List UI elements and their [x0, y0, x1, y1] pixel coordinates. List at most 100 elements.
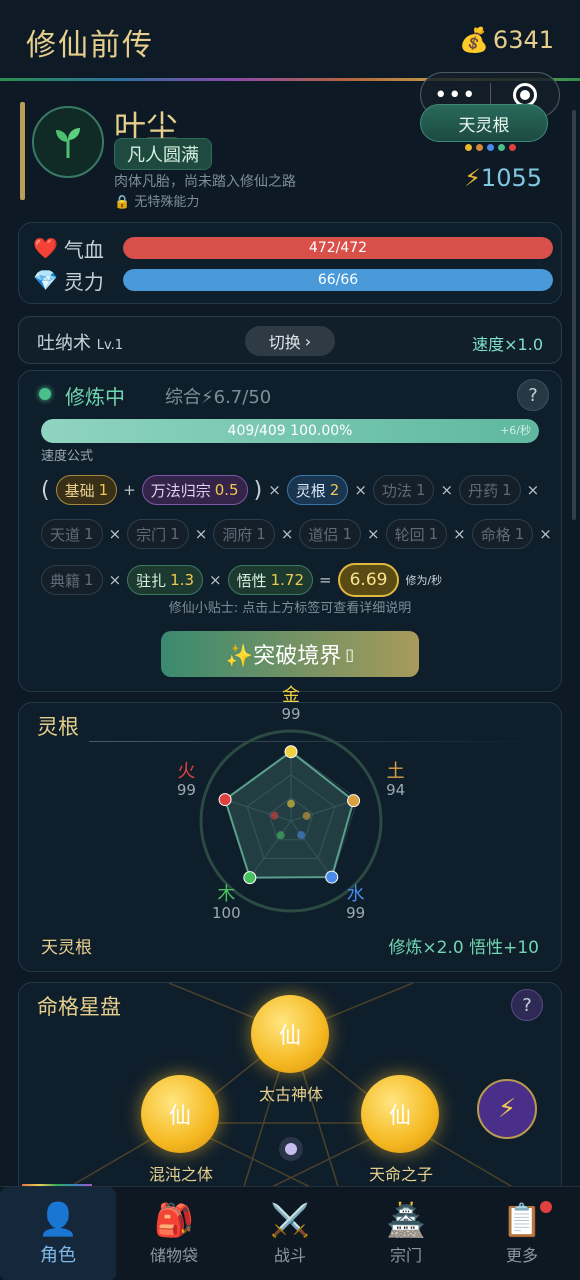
times-sign: × [268, 481, 281, 499]
breakthrough-button[interactable]: ✨突破境界 ▯ [161, 631, 419, 677]
character-description: 肉体凡胎，尚未踏入修仙之路 [114, 174, 296, 190]
switch-label: 切换 [268, 333, 301, 352]
star-label-tianming: 天命之子 [368, 1165, 433, 1184]
nav-tab-battle[interactable]: ⚔️ 战斗 [232, 1187, 348, 1280]
avatar[interactable] [32, 106, 104, 178]
nav-tab-character[interactable]: 👤 角色 [0, 1187, 116, 1280]
spirit-root-name: 天灵根 [41, 938, 92, 958]
radar-inner-point [276, 831, 285, 840]
chip-lingen[interactable]: 灵根 2 [286, 475, 349, 505]
radar-point [218, 793, 232, 807]
chip-value: 1 [170, 525, 180, 543]
element-dot [465, 144, 472, 151]
chip-wanfa[interactable]: 万法归宗 0.5 [141, 475, 248, 505]
chip-mingge[interactable]: 命格 1 [471, 519, 534, 549]
technique-speed: 速度×1.0 [472, 335, 543, 354]
chip-label: 洞府 [222, 525, 253, 544]
progress-rate: +6/秒 [500, 424, 531, 437]
element-dots [465, 144, 516, 151]
chip-wuxing[interactable]: 悟性 1.72 [227, 565, 314, 595]
radar-point [284, 745, 298, 759]
times-sign: × [209, 571, 222, 589]
lightning-icon: ⚡ [464, 164, 481, 192]
coin-balance[interactable]: 💰 6341 [459, 26, 554, 54]
bottom-nav: 👤 角色 🎒 储物袋 ⚔️ 战斗 🏯 宗门 📋 更多 [0, 1186, 580, 1280]
destiny-star-taigu[interactable]: 仙 [251, 995, 329, 1073]
chip-lunhui[interactable]: 轮回 1 [385, 519, 448, 549]
chip-value: 1.72 [270, 571, 305, 589]
chip-zongmen[interactable]: 宗门 1 [127, 519, 189, 549]
chip-base[interactable]: 基础 1 [55, 475, 118, 505]
money-bag-icon: 💰 [459, 26, 489, 54]
element-value: 99 [346, 903, 366, 922]
element-name: 木 [217, 883, 236, 905]
mp-label-text: 灵力 [63, 269, 104, 294]
profile-accent-bar [20, 102, 25, 200]
chip-value: 1 [84, 571, 94, 589]
nav-tab-sect[interactable]: 🏯 宗门 [348, 1187, 464, 1280]
element-name: 火 [177, 761, 196, 782]
chip-value: 1 [98, 481, 109, 499]
help-button[interactable]: ? [517, 379, 549, 411]
nav-tab-more[interactable]: 📋 更多 [464, 1187, 580, 1280]
special-ability: 🔒 无特殊能力 [114, 191, 199, 210]
radar-label: 木 100 [196, 883, 256, 922]
chip-label: 功法 [381, 481, 412, 500]
chip-tiandao[interactable]: 天道 1 [41, 519, 103, 549]
times-sign: × [108, 525, 122, 543]
chip-dongfu[interactable]: 洞府 1 [213, 519, 275, 549]
times-sign: × [539, 525, 552, 543]
destiny-star-hundun[interactable]: 仙 [141, 1075, 219, 1153]
cultivation-status: 修炼中 [65, 385, 125, 409]
heart-icon: ❤️ [33, 236, 58, 260]
center-star-glow [279, 1137, 303, 1161]
chip-label: 灵根 [295, 481, 326, 500]
element-value: 99 [281, 705, 301, 723]
realm-badge: 凡人圆满 [114, 138, 212, 170]
hp-row: ❤️ 气血 472/472 [33, 236, 553, 262]
chip-value: 2 [329, 481, 340, 499]
scrollbar[interactable] [572, 110, 576, 520]
chip-gongfa[interactable]: 功法 1 [372, 475, 435, 505]
person-icon: 👤 [38, 1200, 78, 1238]
chip-zhuzha[interactable]: 驻扎 1.3 [127, 565, 204, 595]
vitals-panel: ❤️ 气血 472/472 💎 灵力 66/66 [18, 222, 562, 304]
progress-text: 409/409 100.00% [227, 423, 353, 439]
star-glyph: 仙 [278, 1024, 301, 1049]
element-name: 土 [386, 761, 405, 782]
star-label-taigu: 太古神体 [258, 1085, 323, 1104]
chevron-right-icon: › [304, 331, 312, 351]
element-value: 100 [212, 903, 241, 922]
switch-technique-button[interactable]: 切换 › [245, 326, 335, 356]
chip-danyao[interactable]: 丹药 1 [459, 475, 521, 505]
element-dot [498, 144, 505, 151]
coin-amount: 6341 [492, 26, 554, 54]
chip-label: 轮回 [394, 525, 425, 544]
overall-speed: 综合⚡6.7/50 [165, 387, 272, 408]
missing-glyph-icon: ▯ [345, 644, 355, 664]
pagoda-icon: 🏯 [386, 1201, 426, 1239]
nav-tab-inventory[interactable]: 🎒 储物袋 [116, 1187, 232, 1280]
chip-value: 1 [342, 525, 352, 543]
chip-label: 丹药 [468, 481, 499, 500]
chip-label: 悟性 [236, 571, 267, 590]
times-sign: × [526, 481, 540, 499]
chip-value: 0.5 [214, 481, 239, 499]
radar-label: 水 99 [326, 885, 386, 922]
times-sign: × [108, 571, 122, 589]
nav-label: 战斗 [273, 1246, 306, 1265]
diamond-icon: 💎 [33, 268, 58, 292]
chip-value: 1 [415, 481, 426, 499]
cultivation-progress-bar: 409/409 100.00% +6/秒 [41, 419, 539, 443]
destiny-star-tianming[interactable]: 仙 [361, 1075, 439, 1153]
combat-power: ⚡1055 [464, 164, 542, 192]
lock-icon: 🔒 [114, 195, 131, 210]
spirit-root-tag[interactable]: 天灵根 [420, 104, 548, 142]
crossed-swords-icon: ⚔️ [270, 1201, 310, 1239]
chip-dianji[interactable]: 典籍 1 [41, 565, 103, 595]
app-title: 修仙前传 [26, 28, 154, 63]
chip-daolv[interactable]: 道侣 1 [299, 519, 361, 549]
cultivation-result[interactable]: 6.69 [337, 563, 400, 597]
lightning-button[interactable]: ⚡ [477, 1079, 537, 1139]
chip-label: 天道 [50, 525, 81, 544]
